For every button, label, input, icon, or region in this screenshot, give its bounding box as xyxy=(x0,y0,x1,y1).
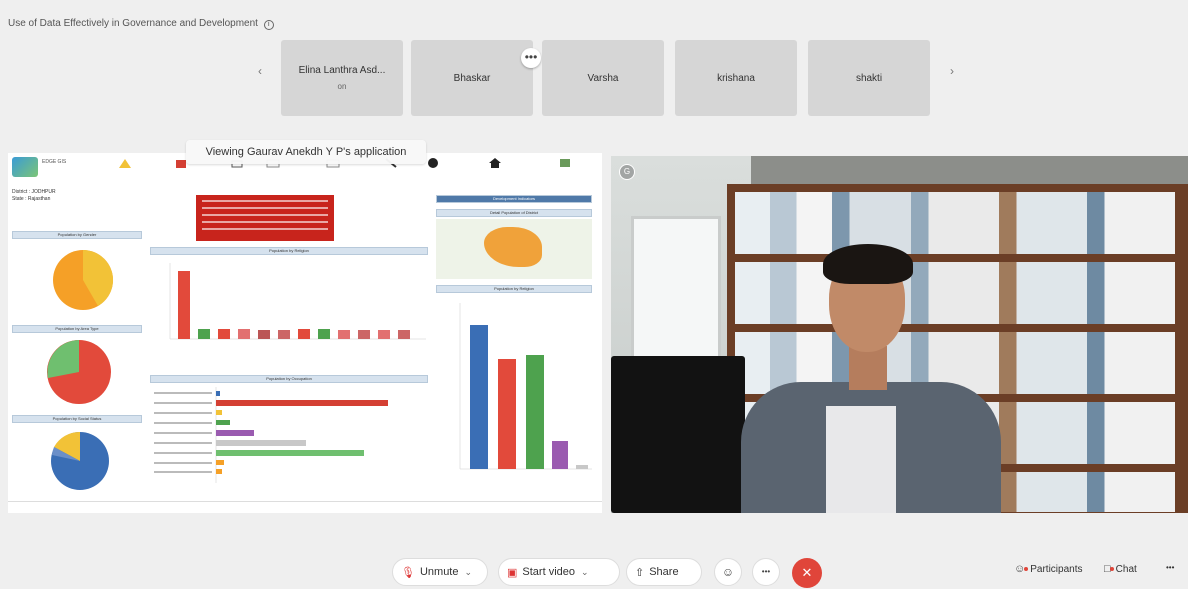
pie-chart-social xyxy=(51,431,109,490)
participant-name: shakti xyxy=(855,72,883,84)
dashboard-district: District : JODHPUR xyxy=(12,189,56,195)
religion-bar-chart xyxy=(169,263,426,340)
start-video-button[interactable]: ▣ Start video ⌄ xyxy=(498,558,620,586)
share-label: Share xyxy=(649,566,679,578)
right-bar-chart xyxy=(459,303,592,470)
panel-title: Development Indicators xyxy=(436,195,592,203)
panel-title: Population by Occupation xyxy=(150,375,428,383)
meeting-window: Use of Data Effectively in Governance an… xyxy=(0,0,1188,589)
pie-chart-area xyxy=(47,340,111,404)
nav-home-icon[interactable] xyxy=(488,157,502,169)
info-icon[interactable]: i xyxy=(263,20,274,30)
meeting-title: Use of Data Effectively in Governance an… xyxy=(8,18,274,30)
participant-more-button[interactable]: ••• xyxy=(521,48,541,68)
panel-title: Population by Religion xyxy=(150,247,428,255)
start-video-label: Start video xyxy=(522,566,575,578)
meeting-title-text: Use of Data Effectively in Governance an… xyxy=(8,18,258,29)
chevron-down-icon[interactable]: ⌄ xyxy=(581,567,589,578)
share-icon: ⇧ xyxy=(635,566,645,579)
shared-screen: EDGE GIS District : JODHPUR State : Raja… xyxy=(8,153,602,513)
video-off-icon: ▣ xyxy=(507,566,518,579)
participant-tile[interactable]: krishana xyxy=(675,40,797,116)
dashboard-meta: District : JODHPUR State : Rajasthan xyxy=(12,189,56,203)
participants-label: Participants xyxy=(1030,563,1083,575)
nav-info-icon[interactable] xyxy=(426,157,440,169)
participant-status: on xyxy=(337,82,347,91)
more-right-button[interactable]: ••• xyxy=(1166,563,1174,572)
prev-participants-arrow[interactable]: ‹ xyxy=(258,64,262,78)
participant-tile[interactable]: Elina Lanthra Asd... on xyxy=(281,40,403,116)
participant-tile[interactable]: Bhaskar ••• xyxy=(411,40,541,116)
participant-video: G xyxy=(611,156,1188,513)
district-shape xyxy=(484,227,542,267)
unmute-button[interactable]: 🎙 Unmute ⌄ xyxy=(392,558,488,586)
unmute-label: Unmute xyxy=(419,566,459,578)
end-call-button[interactable]: ✕ xyxy=(792,558,822,588)
panel-title: Population by Gender xyxy=(12,231,142,239)
dashboard-logo xyxy=(12,157,38,177)
reactions-button[interactable]: ☺ xyxy=(714,558,742,586)
share-button[interactable]: ⇧ Share xyxy=(626,558,702,586)
participant-badge-icon: G xyxy=(619,164,635,180)
participant-tile[interactable]: shakti xyxy=(808,40,930,116)
panel-title: Population by Area Type xyxy=(12,325,142,333)
panel-title: Detail Population of District xyxy=(436,209,592,217)
next-participants-arrow[interactable]: › xyxy=(950,64,954,78)
nav-infra-icon[interactable] xyxy=(558,157,572,169)
participants-button[interactable]: ☺ Participants xyxy=(1014,563,1082,575)
dashboard-logo-text: EDGE GIS xyxy=(42,159,67,165)
participant-name: Varsha xyxy=(587,72,619,84)
panel-title: Population by Social Status xyxy=(12,415,142,423)
more-options-button[interactable]: ••• xyxy=(752,558,780,586)
panel-title: Population by Religion xyxy=(436,285,592,293)
participant-name: Elina Lanthra Asd... xyxy=(298,65,386,76)
participant-name: Bhaskar xyxy=(453,72,491,84)
participant-name: krishana xyxy=(717,72,755,84)
alert-box xyxy=(196,195,334,241)
chevron-down-icon[interactable]: ⌄ xyxy=(465,567,473,578)
viewing-banner: Viewing Gaurav Anekdh Y P's application xyxy=(186,140,426,164)
dashboard-tabs[interactable] xyxy=(8,501,602,507)
pie-chart-gender xyxy=(53,249,114,310)
chat-button[interactable]: □ Chat xyxy=(1104,563,1137,575)
occupation-bar-chart xyxy=(154,387,388,483)
participant-tile[interactable]: Varsha xyxy=(542,40,664,116)
district-map xyxy=(436,219,592,279)
monitor xyxy=(611,356,745,513)
nav-wealth-icon[interactable] xyxy=(118,157,132,169)
dashboard-state: State : Rajasthan xyxy=(12,196,51,202)
chat-label: Chat xyxy=(1115,563,1137,575)
microphone-muted-icon: 🎙 xyxy=(401,566,415,579)
